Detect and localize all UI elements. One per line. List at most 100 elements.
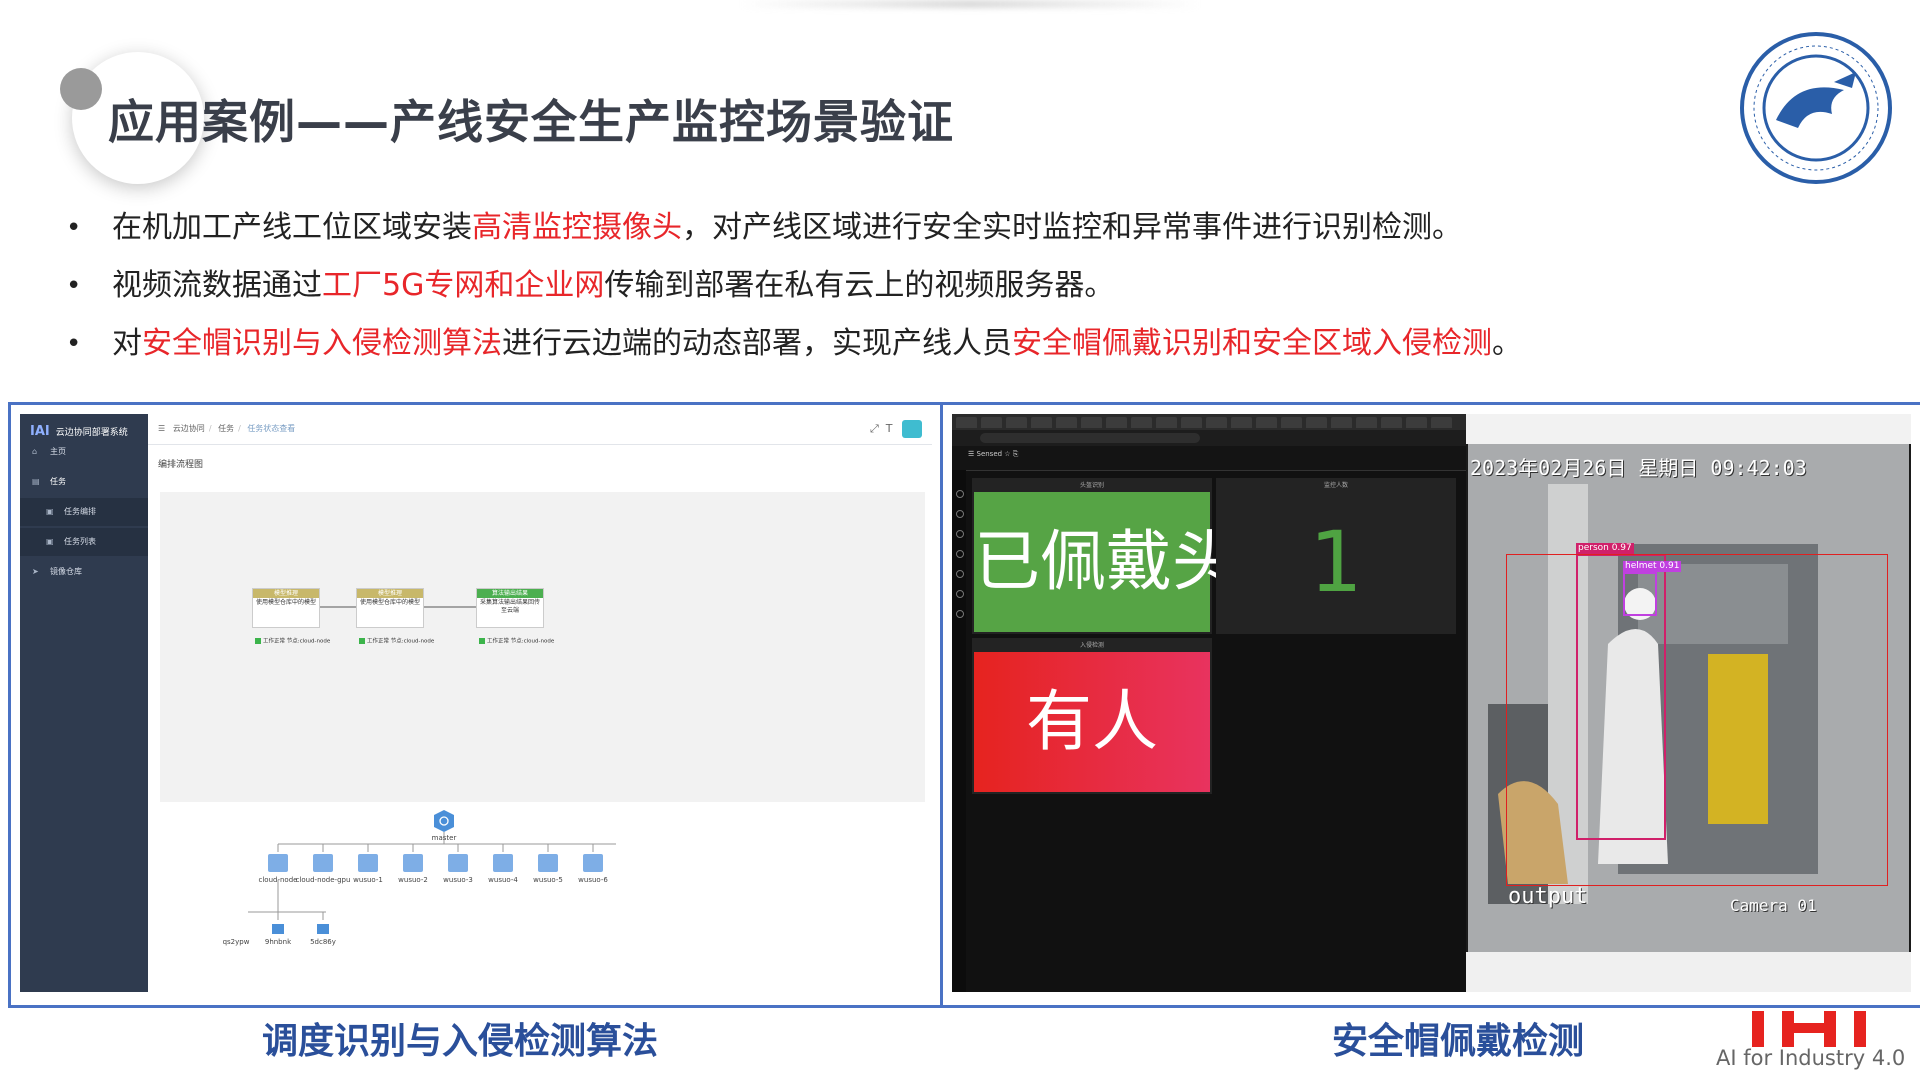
- bullet-dot: •: [66, 271, 82, 301]
- font-size-icon[interactable]: T: [886, 422, 893, 435]
- task-icon: ▤: [32, 477, 40, 486]
- bullet-text: 视频流数据通过工厂5G专网和企业网传输到部署在私有云上的视频服务器。: [112, 266, 1114, 306]
- bullet-list: • 在机加工产线工位区域安装高清监控摄像头，对产线区域进行安全实时监控和异常事件进…: [60, 208, 1860, 382]
- browser-tab[interactable]: [1281, 417, 1302, 428]
- flow-node-footer: 工作正常 节点:cloud-node: [479, 637, 555, 646]
- bullet-text: 在机加工产线工位区域安装高清监控摄像头，对产线区域进行安全实时监控和异常事件进行…: [112, 208, 1462, 248]
- player-titlebar: [1466, 414, 1911, 444]
- sidebar-item-label: 任务列表: [64, 537, 96, 546]
- browser-tab[interactable]: [1431, 417, 1452, 428]
- flow-node-host: 节点:cloud-node: [510, 638, 555, 644]
- camera-player: 2023年02月26日 星期日 09:42:03 person 0.97 hel…: [1466, 414, 1911, 992]
- breadcrumb-item[interactable]: 云边协同: [173, 424, 205, 433]
- video-timestamp: 2023年02月26日 星期日 09:42:03: [1470, 456, 1807, 480]
- sidebar-item[interactable]: ➤ 镜像仓库: [20, 558, 148, 586]
- browser-tab[interactable]: [1156, 417, 1177, 428]
- browser-tab[interactable]: [981, 417, 1002, 428]
- bupt-logo: [1740, 32, 1892, 184]
- left-sidebar: IAI 云边协同部署系统 ⌂ 主页 ▤ 任务 ▣ 任务编排 ▣ 任务列表 ➤ 镜像仓库: [20, 414, 148, 992]
- brand-name: 云边协同部署系统: [55, 428, 128, 438]
- browser-tab[interactable]: [1381, 417, 1402, 428]
- browser-tab[interactable]: [1031, 417, 1052, 428]
- browser-tab[interactable]: [1356, 417, 1377, 428]
- bullet-item: • 在机加工产线工位区域安装高清监控摄像头，对产线区域进行安全实时监控和异常事件进…: [60, 208, 1860, 266]
- person-tag: person 0.97: [1576, 543, 1634, 554]
- right-caption: 安全帽佩戴检测: [1332, 1021, 1585, 1062]
- browser-tab[interactable]: [1131, 417, 1152, 428]
- brand: IAI 云边协同部署系统: [30, 424, 128, 439]
- intrusion-zone: [1506, 554, 1888, 886]
- sidebar-item[interactable]: ▤ 任务: [20, 468, 148, 496]
- browser-tab[interactable]: [1406, 417, 1427, 428]
- flow-node-footer: 工作正常 节点:cloud-node: [359, 637, 434, 646]
- browser-tab[interactable]: [1181, 417, 1202, 428]
- camera-label: Camera 01: [1730, 896, 1817, 915]
- browser-tab[interactable]: [956, 417, 977, 428]
- grafana-dashboard: ☰ Sensed ☆ ⎘ 头盔识别 已佩戴头盔 监控人数 1 入侵检测 有人: [952, 414, 1466, 992]
- bullet-dot: •: [66, 329, 82, 359]
- flow-node-head: 模型推理: [357, 589, 423, 598]
- cluster-tree: [248, 810, 616, 934]
- list-icon: ▣: [46, 537, 54, 546]
- apps-icon[interactable]: [956, 530, 964, 538]
- browser-tab[interactable]: [1206, 417, 1227, 428]
- shield-icon[interactable]: [956, 610, 964, 618]
- browser-url-bar: [952, 430, 1466, 446]
- flow-node[interactable]: 模型推理 使用模型仓库中的模型 工作正常 节点:cloud-node: [252, 588, 330, 644]
- right-screenshot-panel: ☰ Sensed ☆ ⎘ 头盔识别 已佩戴头盔 监控人数 1 入侵检测 有人 2…: [940, 402, 1920, 1008]
- top-glow: [740, 0, 1200, 8]
- compass-icon[interactable]: [956, 550, 964, 558]
- url-field[interactable]: [980, 433, 1200, 443]
- sidebar-item[interactable]: ▣ 任务编排: [20, 498, 148, 526]
- browser-tab[interactable]: [1331, 417, 1352, 428]
- sidebar-item-label: 主页: [50, 447, 66, 456]
- left-main: ☰ 云边协同 / 任务 / 任务状态查看 ⤢ T 编排流程图 模型推理 使用模型仓库中…: [148, 414, 932, 992]
- helmet-status-panel: 头盔识别 已佩戴头盔: [972, 478, 1304, 634]
- search-icon[interactable]: [956, 490, 964, 498]
- flow-node-body: 使用模型仓库中的模型: [255, 599, 316, 606]
- flow-node[interactable]: 算法输出结果 采集算法输出结果回传至云端 工作正常 节点:cloud-node: [476, 588, 554, 644]
- header-tools: ⤢ T: [870, 420, 922, 438]
- highlight-text: 安全帽佩戴识别和安全区域入侵检测: [1012, 326, 1492, 361]
- sidebar-item-label: 镜像仓库: [50, 567, 82, 576]
- highlight-text: 工厂5G专网和企业网: [322, 268, 605, 303]
- sidebar-item[interactable]: ⌂ 主页: [20, 438, 148, 466]
- flow-node-host: 节点:cloud-node: [286, 638, 331, 644]
- avatar[interactable]: [902, 420, 922, 438]
- browser-tab[interactable]: [1106, 417, 1127, 428]
- browser-tab[interactable]: [1081, 417, 1102, 428]
- bullet-dot: •: [66, 213, 82, 243]
- flowchart-canvas[interactable]: 模型推理 使用模型仓库中的模型 工作正常 节点:cloud-node 模型推理 使用模型…: [160, 492, 925, 802]
- gear-icon[interactable]: [956, 590, 964, 598]
- flow-node-status: 工作正常: [487, 638, 510, 644]
- flow-node-status: 工作正常: [263, 638, 286, 644]
- check-icon: [255, 637, 261, 644]
- bullet-text-part: 进行云边端的动态部署，实现产线人员: [502, 326, 1012, 361]
- sidebar-item-label: 任务: [50, 477, 66, 486]
- person-count-value: 1: [1309, 513, 1363, 611]
- panel-title: 监控人数: [1323, 482, 1348, 489]
- player-controls[interactable]: [1466, 952, 1911, 992]
- plus-icon[interactable]: [956, 510, 964, 518]
- output-label: output: [1508, 884, 1588, 909]
- master-node-label: master: [431, 834, 457, 842]
- flow-node[interactable]: 模型推理 使用模型仓库中的模型 工作正常 节点:cloud-node: [356, 588, 434, 644]
- fullscreen-icon[interactable]: ⤢: [870, 422, 879, 435]
- breadcrumb-item[interactable]: 任务: [218, 424, 234, 433]
- browser-tab[interactable]: [1006, 417, 1027, 428]
- check-icon: [479, 637, 485, 644]
- browser-tab[interactable]: [1056, 417, 1077, 428]
- sidebar-item[interactable]: ▣ 任务列表: [20, 528, 148, 556]
- intrusion-panel: 入侵检测 有人: [972, 638, 1212, 794]
- browser-tab[interactable]: [1231, 417, 1252, 428]
- camera-frame: 2023年02月26日 星期日 09:42:03 person 0.97 hel…: [1468, 444, 1909, 952]
- left-header: ☰ 云边协同 / 任务 / 任务状态查看 ⤢ T: [148, 414, 932, 445]
- menu-toggle-icon[interactable]: ☰: [158, 424, 165, 433]
- browser-tab[interactable]: [1256, 417, 1277, 428]
- browser-tab[interactable]: [1306, 417, 1327, 428]
- left-caption: 调度识别与入侵检测算法: [262, 1021, 659, 1062]
- bell-icon[interactable]: [956, 570, 964, 578]
- sidebar-item-label: 任务编排: [64, 507, 96, 516]
- flowchart-title: 编排流程图: [158, 460, 204, 470]
- bullet-item: • 视频流数据通过工厂5G专网和企业网传输到部署在私有云上的视频服务器。: [60, 266, 1860, 324]
